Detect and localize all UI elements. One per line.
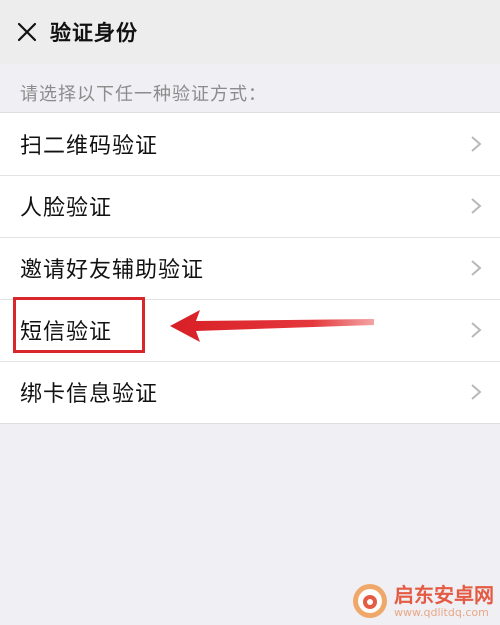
chevron-right-icon — [471, 384, 482, 400]
method-label: 邀请好友辅助验证 — [20, 258, 205, 283]
chevron-right-icon — [471, 198, 482, 214]
method-item-face[interactable]: 人脸验证 — [0, 175, 500, 237]
top-bar: 验证身份 — [0, 0, 500, 64]
phone-logo-icon — [353, 584, 387, 618]
verification-method-list: 扫二维码验证 人脸验证 邀请好友辅助验证 短信验证 绑卡信息验证 — [0, 112, 500, 424]
chevron-right-icon — [471, 322, 482, 338]
page-title: 验证身份 — [50, 21, 138, 45]
method-label: 短信验证 — [20, 320, 113, 345]
chevron-right-icon — [471, 136, 482, 152]
site-watermark: 启东安卓网 www.qdlitdq.com — [352, 583, 494, 619]
method-item-friend-assist[interactable]: 邀请好友辅助验证 — [0, 237, 500, 299]
close-icon — [17, 22, 37, 42]
method-item-qr-code[interactable]: 扫二维码验证 — [0, 113, 500, 175]
method-item-bank-card[interactable]: 绑卡信息验证 — [0, 361, 500, 423]
method-label: 绑卡信息验证 — [20, 382, 159, 407]
method-item-sms[interactable]: 短信验证 — [0, 299, 500, 361]
method-label: 人脸验证 — [20, 196, 113, 221]
watermark-title: 启东安卓网 — [394, 582, 494, 607]
instruction-text: 请选择以下任一种验证方式： — [20, 84, 267, 105]
chevron-right-icon — [471, 260, 482, 276]
method-label: 扫二维码验证 — [20, 134, 159, 159]
watermark-url: www.qdlitdq.com — [394, 605, 489, 619]
close-button[interactable] — [12, 17, 42, 47]
